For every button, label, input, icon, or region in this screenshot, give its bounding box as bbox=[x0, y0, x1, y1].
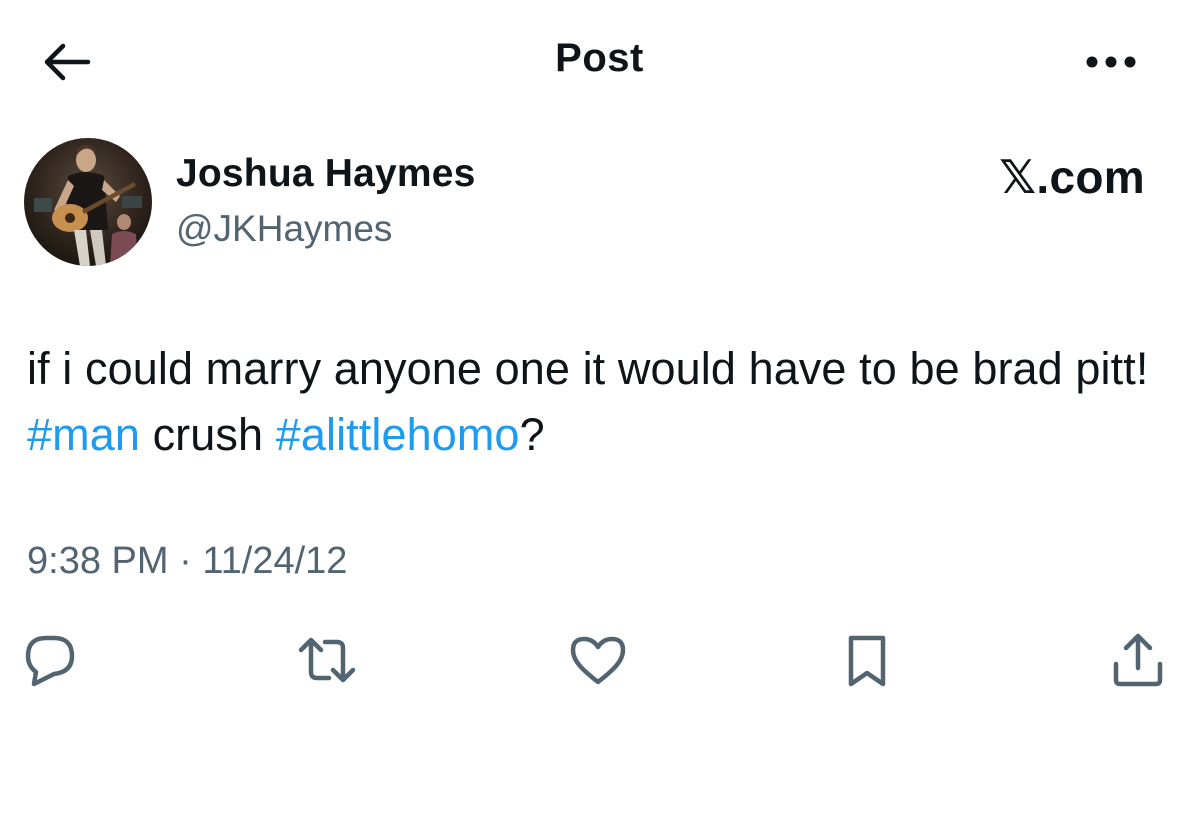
post-text-segment: crush bbox=[139, 409, 276, 460]
repost-button[interactable] bbox=[297, 630, 357, 690]
avatar-photo bbox=[24, 138, 152, 266]
avatar[interactable] bbox=[24, 138, 152, 266]
brand-watermark: 𝕏.com bbox=[999, 151, 1145, 203]
like-button[interactable] bbox=[568, 630, 628, 690]
repost-icon bbox=[298, 637, 356, 683]
author-handle[interactable]: @JKHaymes bbox=[176, 208, 392, 250]
more-options-button[interactable] bbox=[1083, 45, 1139, 79]
post-text: if i could marry anyone one it would hav… bbox=[27, 336, 1177, 468]
hashtag-link[interactable]: #alittlehomo bbox=[276, 409, 520, 460]
post-timestamp[interactable]: 9:38 PM · 11/24/12 bbox=[27, 540, 347, 583]
reply-icon bbox=[25, 635, 75, 687]
bookmark-button[interactable] bbox=[837, 630, 897, 690]
heart-icon bbox=[570, 636, 626, 685]
post-time: 9:38 PM bbox=[27, 540, 169, 582]
more-horizontal-icon bbox=[1086, 56, 1136, 68]
bookmark-icon bbox=[848, 635, 886, 687]
post-date: 11/24/12 bbox=[202, 540, 348, 582]
page-title: Post bbox=[555, 36, 644, 80]
share-button[interactable] bbox=[1108, 630, 1168, 690]
meta-separator: · bbox=[168, 540, 203, 582]
reply-button[interactable] bbox=[20, 630, 80, 690]
author-display-name[interactable]: Joshua Haymes bbox=[176, 152, 476, 196]
post-text-segment: ? bbox=[519, 409, 545, 460]
post-text-segment: if i could marry anyone one it would hav… bbox=[27, 343, 1149, 394]
hashtag-link[interactable]: #man bbox=[27, 409, 140, 460]
share-icon bbox=[1113, 633, 1163, 687]
